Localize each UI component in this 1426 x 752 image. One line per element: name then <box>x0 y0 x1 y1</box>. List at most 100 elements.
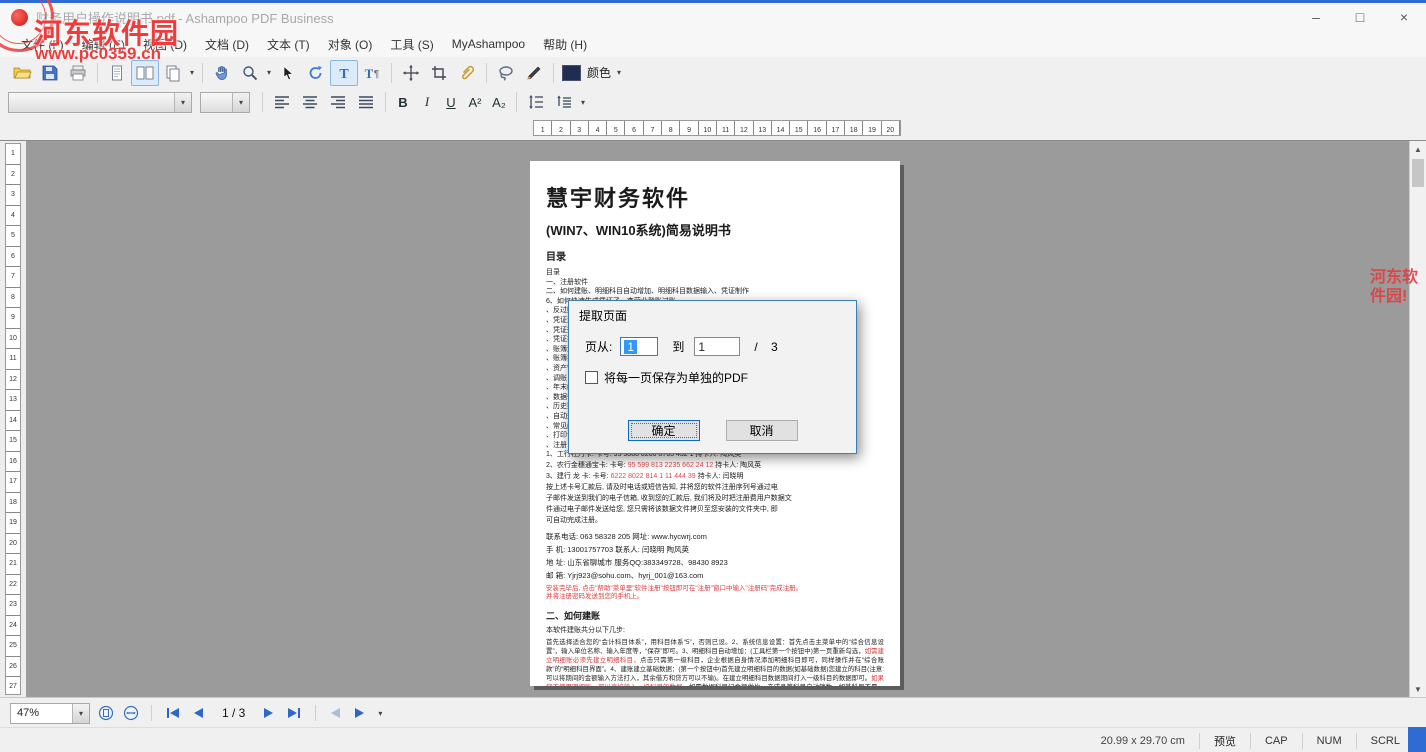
move-object-button[interactable] <box>397 60 425 86</box>
text-tool-icon: T <box>335 64 353 82</box>
menu-myashampoo[interactable]: MyAshampoo <box>443 33 534 55</box>
align-center-button[interactable] <box>296 89 324 115</box>
toc-line: 二、如何建账、明细科目自动增加、明细科目数据输入、凭证制作 <box>546 287 884 297</box>
bank-line-2: 2、农行金穗通宝卡: 卡号: 95 599 813 2235 662 24 12… <box>546 460 884 471</box>
highlighter-tool-button[interactable] <box>520 60 548 86</box>
menu-edit[interactable]: 编辑 (E) <box>73 32 134 57</box>
facing-pages-view-button[interactable] <box>131 60 159 86</box>
first-page-button[interactable] <box>163 708 183 718</box>
close-button[interactable]: × <box>1382 3 1426 31</box>
section-heading: 二、如何建账 <box>546 609 884 622</box>
paragraph-spacing-button[interactable] <box>550 89 578 115</box>
maximize-button[interactable]: □ <box>1338 3 1382 31</box>
font-size-caret[interactable]: ▾ <box>232 93 249 112</box>
cancel-button[interactable]: 取消 <box>726 420 798 441</box>
scroll-lock-indicator: SCRL <box>1371 735 1400 747</box>
title-bar: 财务用户操作说明书.pdf - Ashampoo PDF Business – … <box>0 3 1426 32</box>
align-right-icon <box>330 95 346 109</box>
ruler-mark: 19 <box>863 121 881 135</box>
page-indicator: 1 / 3 <box>222 706 245 720</box>
select-tool-button[interactable] <box>274 60 302 86</box>
next-page-button[interactable] <box>260 708 277 718</box>
underline-button[interactable]: U <box>439 91 463 113</box>
minimize-button[interactable]: – <box>1294 3 1338 31</box>
ruler-mark: 20 <box>882 121 900 135</box>
to-label: 到 <box>672 338 684 355</box>
lasso-tool-button[interactable] <box>492 60 520 86</box>
line-spacing-button[interactable] <box>522 89 550 115</box>
save-button[interactable] <box>36 60 64 86</box>
extract-pages-dialog: 提取页面 页从: 1 到 1 / 3 将每一页保存为单独的PDF 确定 取消 <box>568 300 857 454</box>
scroll-down-arrow[interactable]: ▼ <box>1410 681 1426 698</box>
history-forward-button[interactable] <box>351 708 368 718</box>
zoom-dropdown-caret[interactable]: ▾ <box>264 68 274 77</box>
ruler-mark: 4 <box>6 206 20 227</box>
ruler-mark: 10 <box>6 329 20 350</box>
zoom-tool-button[interactable] <box>236 60 264 86</box>
menu-help[interactable]: 帮助 (H) <box>534 32 596 57</box>
superscript-button[interactable]: A² <box>463 91 487 113</box>
edit-text-tool-button[interactable]: T <box>330 60 358 86</box>
ruler-mark: 15 <box>790 121 808 135</box>
spacing-dropdown-caret[interactable]: ▾ <box>578 98 588 107</box>
align-justify-button[interactable] <box>352 89 380 115</box>
menu-object[interactable]: 对象 (O) <box>319 32 382 57</box>
page-layout-dropdown-caret[interactable]: ▾ <box>187 68 197 77</box>
toolbar-text: ▾ ▾ B I U A² A₂ ▾ <box>0 88 1426 117</box>
ruler-mark: 16 <box>808 121 826 135</box>
page-size-label: 20.99 x 29.70 cm <box>1101 735 1185 747</box>
fit-width-button[interactable] <box>122 704 140 722</box>
ruler-mark: 12 <box>735 121 753 135</box>
scroll-up-arrow[interactable]: ▲ <box>1410 141 1426 158</box>
ruler-mark: 1 <box>534 121 552 135</box>
last-page-button[interactable] <box>284 708 304 718</box>
attach-file-button[interactable] <box>453 60 481 86</box>
document-title: 慧宇财务软件 <box>546 181 884 213</box>
ruler-mark: 11 <box>717 121 735 135</box>
svg-text:T: T <box>339 67 349 82</box>
zoom-combo[interactable]: 47% ▾ <box>10 703 90 724</box>
ruler-mark: 6 <box>6 247 20 268</box>
single-page-view-button[interactable] <box>103 60 131 86</box>
fit-width-icon <box>123 705 139 721</box>
menu-view[interactable]: 视图 (D) <box>134 32 196 57</box>
menu-tools[interactable]: 工具 (S) <box>381 32 442 57</box>
lasso-icon <box>497 64 515 82</box>
save-separate-checkbox[interactable] <box>585 371 598 384</box>
ruler-mark: 26 <box>6 657 20 678</box>
page-layout-button[interactable] <box>159 60 187 86</box>
open-button[interactable] <box>8 60 36 86</box>
vertical-scrollbar[interactable]: ▲ ▼ <box>1409 141 1426 698</box>
print-button[interactable] <box>64 60 92 86</box>
contact-line: 手 机: 13001757703 联系人: 闫晓明 陶风英 <box>546 543 884 556</box>
menu-document[interactable]: 文档 (D) <box>196 32 258 57</box>
screenshot-corner-block <box>1408 727 1426 752</box>
color-picker-button[interactable]: 颜色 ▾ <box>559 60 627 86</box>
ok-button[interactable]: 确定 <box>628 420 700 441</box>
crop-button[interactable] <box>425 60 453 86</box>
font-family-combo[interactable]: ▾ <box>8 92 192 113</box>
history-back-button[interactable] <box>327 708 344 718</box>
from-page-input[interactable]: 1 <box>620 337 658 356</box>
menu-text[interactable]: 文本 (T) <box>258 32 319 57</box>
add-text-tool-button[interactable]: T¶ <box>358 60 386 86</box>
font-size-combo[interactable]: ▾ <box>200 92 250 113</box>
previous-page-button[interactable] <box>190 708 207 718</box>
history-dropdown-caret[interactable]: ▾ <box>375 709 385 718</box>
italic-button[interactable]: I <box>415 91 439 113</box>
font-family-caret[interactable]: ▾ <box>174 93 191 112</box>
align-right-button[interactable] <box>324 89 352 115</box>
align-left-button[interactable] <box>268 89 296 115</box>
zoom-caret[interactable]: ▾ <box>72 704 89 723</box>
hand-tool-button[interactable] <box>208 60 236 86</box>
to-page-input[interactable]: 1 <box>694 337 740 356</box>
subscript-button[interactable]: A₂ <box>487 91 511 113</box>
ruler-mark: 1 <box>6 144 20 165</box>
scrollbar-thumb[interactable] <box>1412 159 1424 187</box>
fit-page-button[interactable] <box>97 704 115 722</box>
ruler-mark: 8 <box>662 121 680 135</box>
menu-file[interactable]: 文件 (F) <box>12 32 73 57</box>
caps-lock-indicator: CAP <box>1265 735 1288 747</box>
bold-button[interactable]: B <box>391 91 415 113</box>
rotate-tool-button[interactable] <box>302 60 330 86</box>
